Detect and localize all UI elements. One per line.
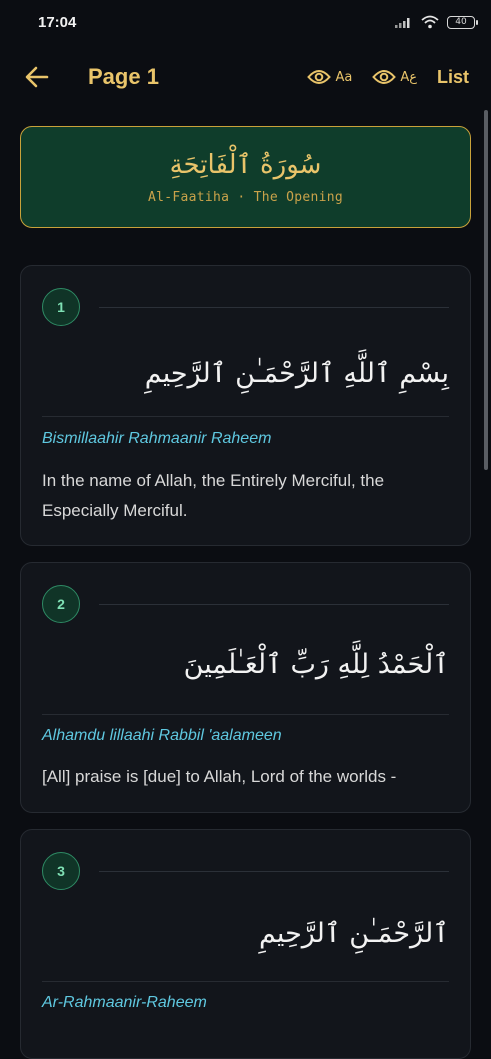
ayah-arabic-text: ٱلْحَمْدُ لِلَّهِ رَبِّ ٱلْعَـٰلَمِينَ bbox=[183, 649, 449, 680]
ayah-card[interactable]: 2 ٱلْحَمْدُ لِلَّهِ رَبِّ ٱلْعَـٰلَمِينَ… bbox=[20, 562, 471, 813]
ayah-arabic-text: بِسْمِ ٱللَّهِ ٱلرَّحْمَـٰنِ ٱلرَّحِيمِ bbox=[144, 358, 449, 389]
app-actions: Aa Aع List bbox=[307, 67, 469, 88]
toggle-arabic-button[interactable]: Aع bbox=[372, 69, 417, 85]
ayah-transliteration: Alhamdu lillaahi Rabbil 'aalameen bbox=[42, 727, 282, 744]
toggle-transliteration-label: Aa bbox=[335, 69, 353, 85]
ayah-translation: [All] praise is [due] to Allah, Lord of … bbox=[42, 767, 397, 786]
page-title: Page 1 bbox=[88, 64, 159, 89]
ayah-number-badge: 3 bbox=[42, 852, 80, 890]
ayah-number-badge: 1 bbox=[42, 288, 80, 326]
divider bbox=[42, 416, 449, 417]
divider bbox=[42, 981, 449, 982]
surah-arabic-name: سُورَةُ ٱلْفَاتِحَةِ bbox=[169, 149, 322, 180]
eye-icon bbox=[307, 70, 332, 84]
status-bar: 17:04 40 bbox=[0, 0, 491, 44]
ayah-transliteration: Bismillaahir Rahmaanir Raheem bbox=[42, 430, 272, 447]
battery-icon: 40 bbox=[447, 15, 478, 29]
app-bar: Page 1 Aa Aع List bbox=[0, 50, 491, 104]
ayah-card[interactable]: 3 ٱلرَّحْمَـٰنِ ٱلرَّحِيمِ Ar-Rahmaanir-… bbox=[20, 829, 471, 1059]
scrollbar[interactable] bbox=[484, 110, 488, 470]
ayah-arabic-text: ٱلرَّحْمَـٰنِ ٱلرَّحِيمِ bbox=[258, 918, 449, 949]
battery-level: 40 bbox=[455, 17, 467, 27]
arrow-left-icon bbox=[25, 66, 49, 88]
wifi-icon bbox=[421, 15, 439, 29]
ayah-number-badge: 2 bbox=[42, 585, 80, 623]
toggle-transliteration-button[interactable]: Aa bbox=[307, 69, 352, 85]
divider bbox=[99, 871, 449, 872]
divider bbox=[99, 307, 449, 308]
back-button[interactable] bbox=[22, 62, 52, 92]
ayah-translation: In the name of Allah, the Entirely Merci… bbox=[42, 471, 385, 520]
signal-icon bbox=[395, 18, 410, 28]
divider bbox=[42, 714, 449, 715]
surah-header: سُورَةُ ٱلْفَاتِحَةِ Al-Faatiha · The Op… bbox=[20, 126, 471, 228]
ayah-transliteration: Ar-Rahmaanir-Raheem bbox=[42, 994, 207, 1011]
ayah-card[interactable]: 1 بِسْمِ ٱللَّهِ ٱلرَّحْمَـٰنِ ٱلرَّحِيم… bbox=[20, 265, 471, 546]
list-button[interactable]: List bbox=[437, 67, 469, 88]
toggle-arabic-label: Aع bbox=[400, 69, 417, 85]
eye-icon bbox=[372, 70, 397, 84]
surah-subtitle: Al-Faatiha · The Opening bbox=[147, 189, 344, 205]
status-icons: 40 bbox=[395, 15, 478, 29]
divider bbox=[99, 604, 449, 605]
status-time: 17:04 bbox=[38, 13, 77, 31]
